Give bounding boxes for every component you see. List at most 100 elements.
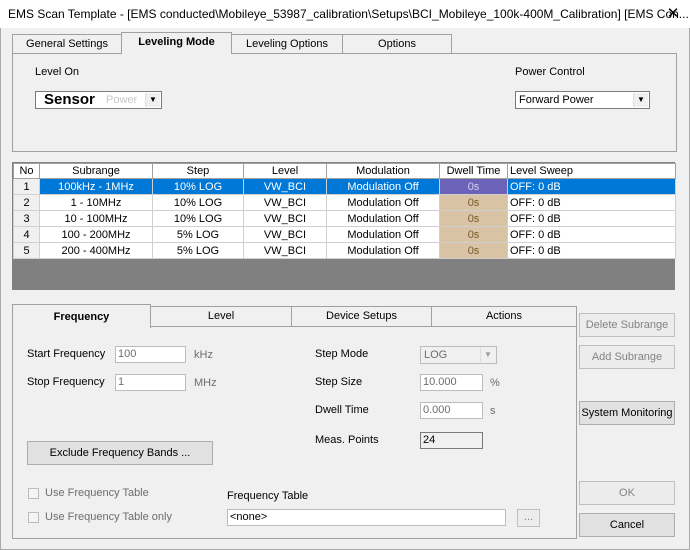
column-header[interactable]: Level [243,163,327,179]
power-control-value: Forward Power [519,94,594,106]
chevron-down-icon: ▼ [480,348,495,362]
level-cell[interactable]: VW_BCI [243,178,327,195]
table-row[interactable]: 4 100 - 200MHz 5% LOG VW_BCI Modulation Off 0… [13,226,676,243]
subrange-cell[interactable]: 100 - 200MHz [39,226,153,243]
row-number-cell[interactable]: 5 [13,242,40,259]
level-on-select[interactable]: Power Sensor ▼ [35,91,162,109]
row-number-cell[interactable]: 2 [13,194,40,211]
start-frequency-field[interactable]: 100 [115,346,186,363]
column-header[interactable]: Dwell Time [439,163,508,179]
level-cell[interactable]: VW_BCI [243,194,327,211]
level-on-label: Level On [35,66,80,78]
ok-button[interactable]: OK [579,481,675,505]
level-on-value: Sensor [44,91,95,108]
stop-frequency-field[interactable]: 1 [115,374,186,391]
cancel-button[interactable]: Cancel [579,513,675,537]
tab-leveling-options[interactable]: Leveling Options [231,34,343,54]
table-row[interactable]: 3 10 - 100MHz 10% LOG VW_BCI Modulation Off 0… [13,210,676,227]
meas-points-field: 24 [420,432,483,449]
column-header[interactable]: Level Sweep [507,163,676,179]
step-cell[interactable]: 5% LOG [152,242,244,259]
subrange-cell[interactable]: 1 - 10MHz [39,194,153,211]
level-cell[interactable]: VW_BCI [243,226,327,243]
exclude-frequency-bands-button[interactable]: Exclude Frequency Bands ... [27,441,213,465]
step-mode-select[interactable]: LOG ▼ [420,346,497,364]
level-cell[interactable]: VW_BCI [243,242,327,259]
level-sweep-cell[interactable]: OFF: 0 dB [507,242,676,259]
level-on-ghost-text: Power [106,94,138,106]
level-sweep-cell[interactable]: OFF: 0 dB [507,210,676,227]
subrange-cell[interactable]: 100kHz - 1MHz [39,178,153,195]
window-title: EMS Scan Template - [EMS conducted\Mobil… [8,7,689,21]
dwell-time-field[interactable]: 0.000 [420,402,483,419]
dwell-time-cell[interactable]: 0s [439,194,508,211]
table-row[interactable]: 5 200 - 400MHz 5% LOG VW_BCI Modulation Off 0… [13,242,676,259]
row-number-cell[interactable]: 1 [13,178,40,195]
delete-subrange-button[interactable]: Delete Subrange [579,313,675,337]
use-frequency-table-checkbox[interactable] [28,488,39,499]
chevron-down-icon: ▼ [633,93,648,107]
frequency-table-field: <none> [227,509,506,526]
subrange-table: No Subrange Step Level Modulation Dwell … [13,163,676,259]
system-monitoring-button[interactable]: System Monitoring [579,401,675,425]
step-cell[interactable]: 10% LOG [152,194,244,211]
power-control-select[interactable]: Forward Power ▼ [515,91,650,109]
tab-leveling-mode[interactable]: Leveling Mode [121,32,232,54]
start-frequency-unit: kHz [194,349,213,361]
step-size-label: Step Size [315,376,363,388]
subrange-cell[interactable]: 200 - 400MHz [39,242,153,259]
use-frequency-table-label: Use Frequency Table [45,487,149,499]
use-frequency-table-only-label: Use Frequency Table only [45,511,172,523]
column-header[interactable]: No [13,163,40,179]
power-control-label: Power Control [515,66,585,78]
tab-level[interactable]: Level [150,306,292,326]
level-cell[interactable]: VW_BCI [243,210,327,227]
stop-frequency-unit: MHz [194,377,217,389]
dwell-time-label: Dwell Time [315,404,369,416]
step-size-unit: % [490,377,500,389]
tab-general-settings[interactable]: General Settings [12,34,122,54]
dwell-time-cell[interactable]: 0s [439,210,508,227]
subrange-cell[interactable]: 10 - 100MHz [39,210,153,227]
close-icon[interactable]: ✕ [656,0,690,28]
step-cell[interactable]: 5% LOG [152,226,244,243]
level-sweep-cell[interactable]: OFF: 0 dB [507,194,676,211]
dwell-time-cell[interactable]: 0s [439,226,508,243]
level-sweep-cell[interactable]: OFF: 0 dB [507,178,676,195]
stop-frequency-label: Stop Frequency [27,376,105,388]
start-frequency-label: Start Frequency [27,348,106,360]
level-sweep-cell[interactable]: OFF: 0 dB [507,226,676,243]
tab-options[interactable]: Options [342,34,452,54]
column-header[interactable]: Step [152,163,244,179]
step-mode-label: Step Mode [315,348,369,360]
table-header: No Subrange Step Level Modulation Dwell … [13,163,676,179]
modulation-cell[interactable]: Modulation Off [326,242,440,259]
modulation-cell[interactable]: Modulation Off [326,226,440,243]
dwell-time-cell[interactable]: 0s [439,242,508,259]
dwell-time-unit: s [490,405,496,417]
row-number-cell[interactable]: 3 [13,210,40,227]
step-cell[interactable]: 10% LOG [152,178,244,195]
table-row[interactable]: 21 - 10MHz 10% LOG VW_BCI Modulation Off 0s O… [13,194,676,211]
step-size-field[interactable]: 10.000 [420,374,483,391]
modulation-cell[interactable]: Modulation Off [326,178,440,195]
meas-points-label: Meas. Points [315,434,379,446]
row-number-cell[interactable]: 4 [13,226,40,243]
title-bar: EMS Scan Template - [EMS conducted\Mobil… [0,0,690,28]
modulation-cell[interactable]: Modulation Off [326,194,440,211]
frequency-table-label: Frequency Table [227,490,309,502]
chevron-down-icon: ▼ [145,93,160,107]
browse-button[interactable]: ... [517,509,540,527]
column-header[interactable]: Subrange [39,163,153,179]
tab-frequency[interactable]: Frequency [12,304,151,328]
column-header[interactable]: Modulation [326,163,440,179]
step-cell[interactable]: 10% LOG [152,210,244,227]
dwell-time-cell[interactable]: 0s [439,178,508,195]
modulation-cell[interactable]: Modulation Off [326,210,440,227]
table-row[interactable]: 1 100kHz - 1MHz 10% LOG VW_BCI Modulation Of… [13,178,676,195]
tab-device-setups[interactable]: Device Setups [291,306,432,326]
use-frequency-table-only-checkbox[interactable] [28,512,39,523]
step-mode-value: LOG [424,349,448,361]
tab-actions[interactable]: Actions [431,306,577,326]
add-subrange-button[interactable]: Add Subrange [579,345,675,369]
